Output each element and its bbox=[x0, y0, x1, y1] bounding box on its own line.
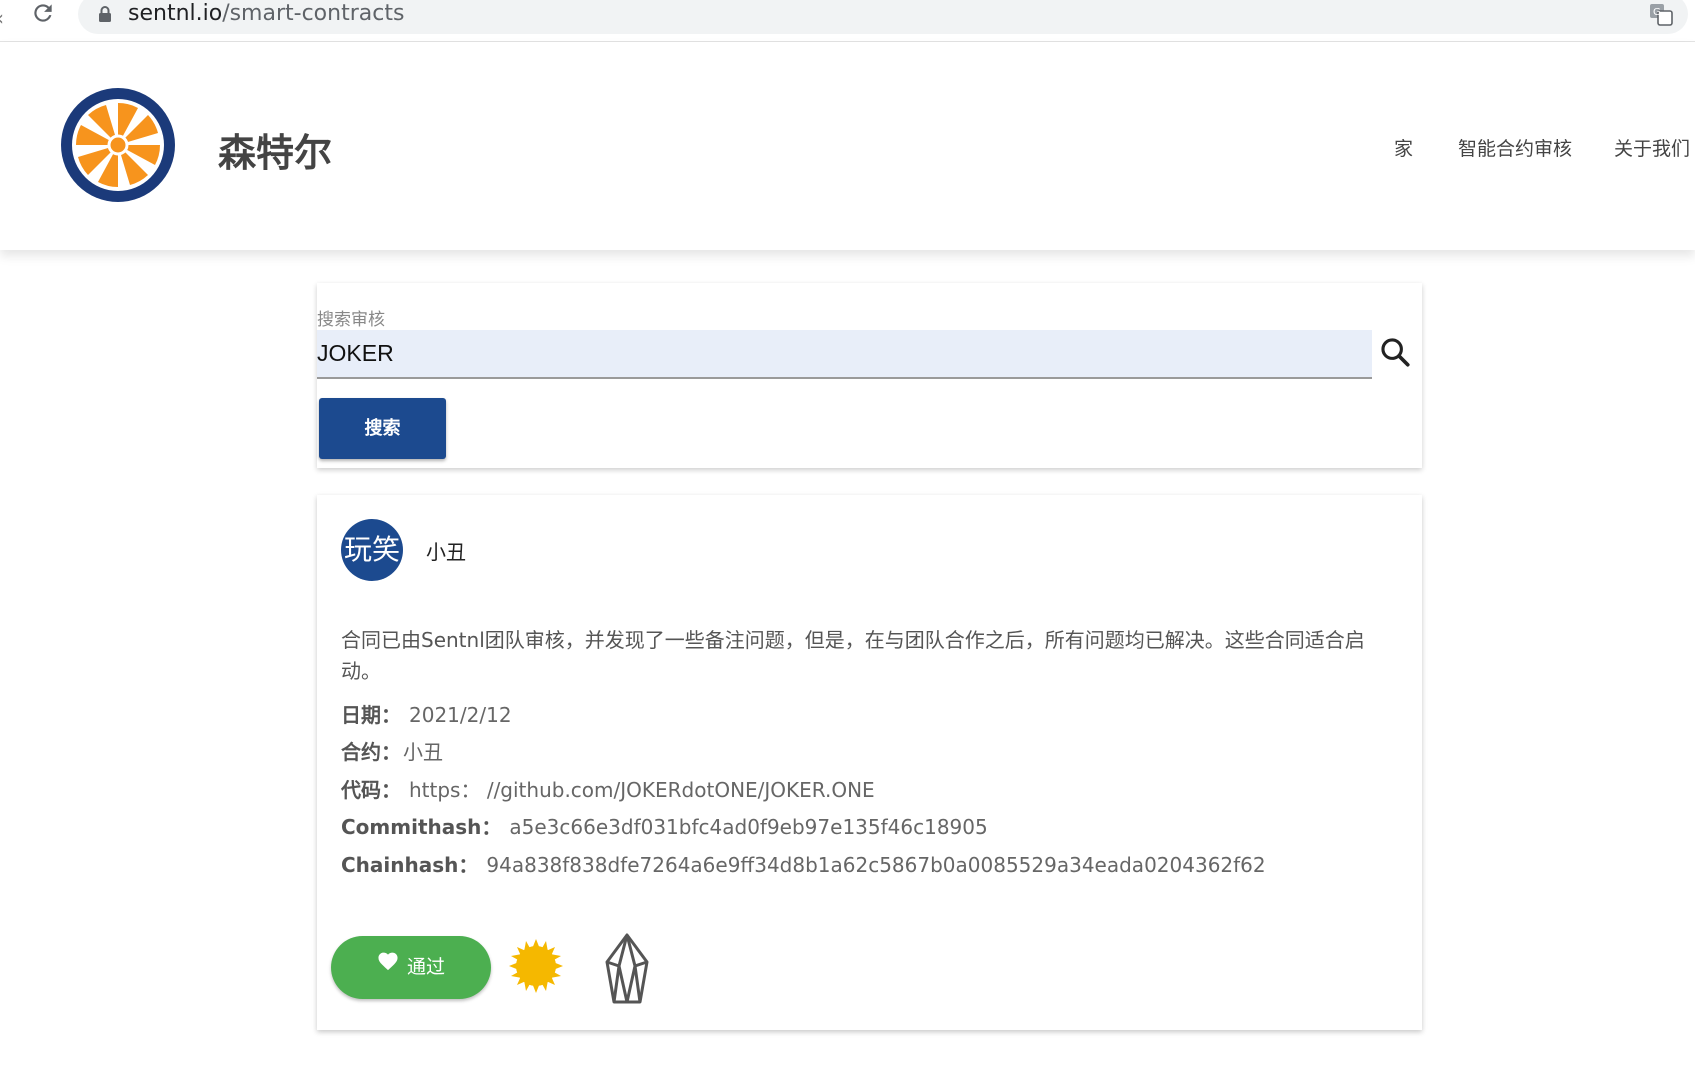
date-label: 日期： bbox=[341, 703, 401, 727]
commithash-value: a5e3c66e3df031bfc4ad0f9eb97e135f46c18905 bbox=[509, 815, 988, 839]
browser-toolbar: ‹ sentnl.io/smart-contracts G bbox=[0, 0, 1695, 42]
date-value: 2021/2/12 bbox=[409, 703, 512, 727]
url-host: sentnl.io bbox=[128, 1, 223, 26]
search-icon[interactable] bbox=[1378, 335, 1412, 373]
pass-button[interactable]: 通过 bbox=[331, 936, 491, 999]
site-header: 森特尔 家 智能合约审核 关于我们 bbox=[0, 42, 1695, 250]
contract-row: 合约： 小丑 bbox=[341, 736, 443, 765]
lock-icon[interactable] bbox=[98, 5, 112, 27]
translate-icon[interactable]: G bbox=[1648, 2, 1674, 32]
url-text[interactable]: sentnl.io/smart-contracts bbox=[128, 0, 404, 28]
url-path: /smart-contracts bbox=[222, 1, 405, 26]
project-name: 小丑 bbox=[426, 540, 466, 564]
search-label: 搜索审核 bbox=[317, 310, 385, 330]
reload-icon[interactable] bbox=[30, 0, 56, 30]
chainhash-row: Chainhash： 94a838f838dfe7264a6e9ff34d8b1a… bbox=[341, 849, 1266, 878]
search-button[interactable]: 搜索 bbox=[319, 398, 446, 459]
chainhash-value: 94a838f838dfe7264a6e9ff34d8b1a62c5867b0a… bbox=[486, 853, 1266, 877]
date-row: 日期： 2021/2/12 bbox=[341, 699, 512, 728]
nav-home[interactable]: 家 bbox=[1394, 134, 1413, 161]
code-row: 代码： https： //github.com/JOKERdotONE/JOKER… bbox=[341, 774, 875, 803]
code-label: 代码： bbox=[341, 778, 401, 802]
search-input-value[interactable]: JOKER bbox=[317, 340, 394, 367]
nav-about-us[interactable]: 关于我们 bbox=[1614, 134, 1690, 161]
audit-description: 合同已由Sentnl团队审核，并发现了一些备注问题，但是，在与团队合作之后，所有… bbox=[341, 628, 1365, 683]
heart-icon bbox=[377, 934, 399, 997]
svg-text:G: G bbox=[1653, 7, 1661, 18]
audit-result-card: 玩笑 小丑 合同已由Sentnl团队审核，并发现了一些备注问题，但是，在与团队合… bbox=[317, 495, 1422, 1030]
contract-label: 合约： bbox=[341, 740, 401, 764]
back-arrow-icon[interactable]: ‹ bbox=[0, 6, 4, 30]
eos-icon bbox=[600, 932, 654, 1010]
commithash-row: Commithash： a5e3c66e3df031bfc4ad0f9eb97e1… bbox=[341, 811, 988, 840]
contract-value: 小丑 bbox=[403, 740, 443, 764]
sentnl-logo[interactable] bbox=[60, 87, 176, 203]
code-link[interactable]: https： //github.com/JOKERdotONE/JOKER.ON… bbox=[409, 778, 875, 802]
chainhash-label: Chainhash： bbox=[341, 853, 479, 877]
sun-badge-icon bbox=[507, 937, 565, 999]
search-input[interactable]: JOKER bbox=[317, 330, 1372, 379]
brand-name[interactable]: 森特尔 bbox=[218, 122, 332, 177]
pass-label: 通过 bbox=[406, 956, 445, 978]
nav-smart-contract-audit[interactable]: 智能合约审核 bbox=[1458, 134, 1572, 161]
search-card: 搜索审核 JOKER 搜索 bbox=[317, 283, 1422, 468]
commithash-label: Commithash： bbox=[341, 815, 502, 839]
avatar: 玩笑 bbox=[341, 519, 403, 581]
